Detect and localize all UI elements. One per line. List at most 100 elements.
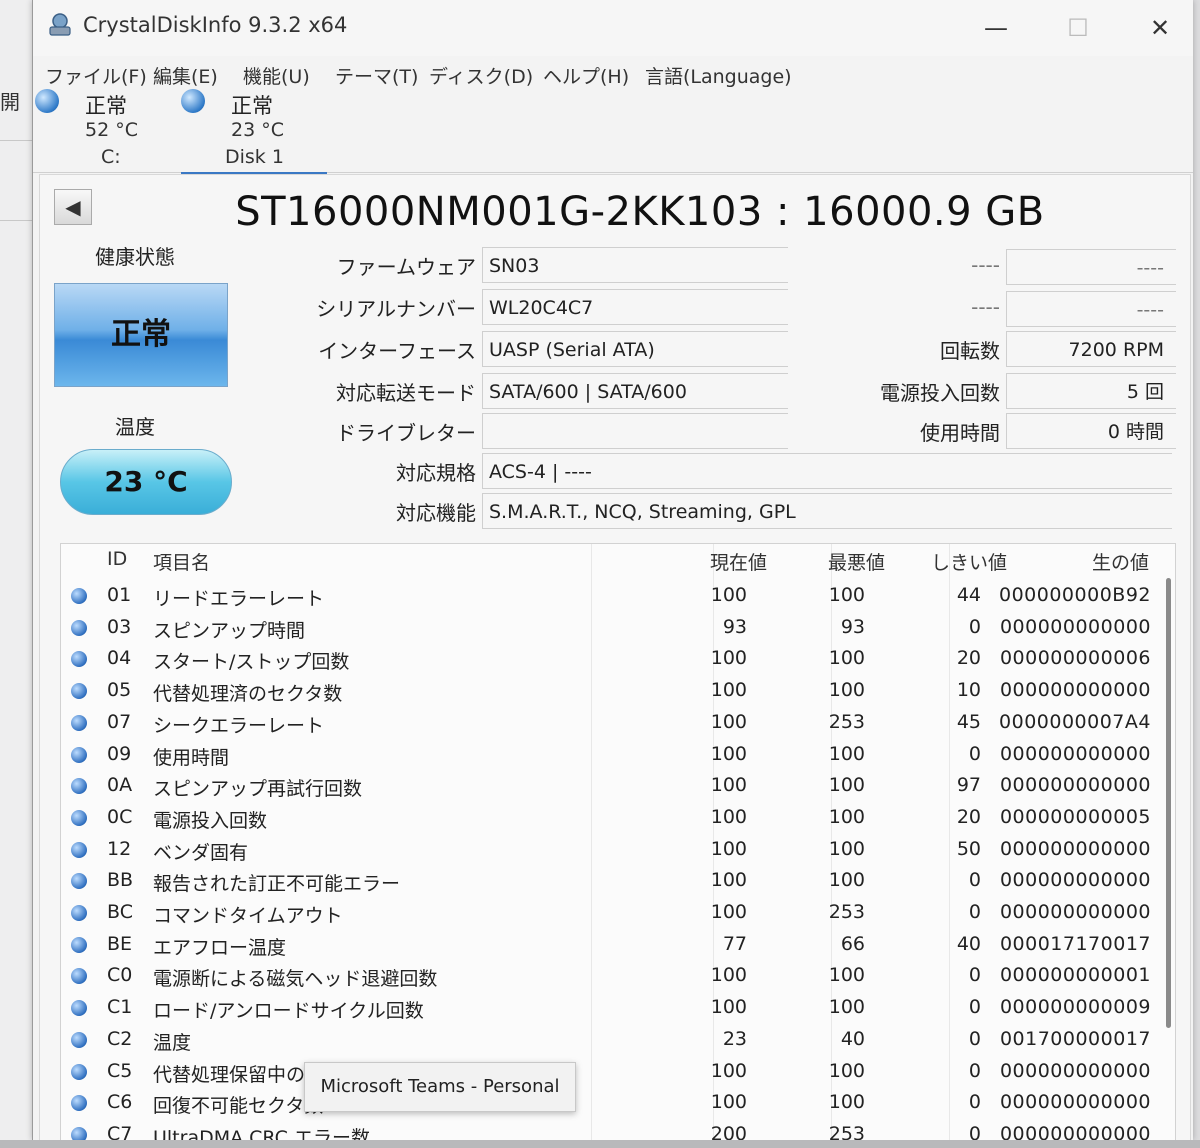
attribute-id: 09	[107, 742, 132, 765]
attribute-name: 温度	[153, 1031, 192, 1054]
table-row[interactable]: C6 回復不可能セクタ数 100 100 0 000000000000	[61, 1087, 1151, 1119]
threshold-value: 20	[956, 647, 981, 670]
menu-disk[interactable]: ディスク(D)	[429, 62, 533, 89]
menu-function[interactable]: 機能(U)	[243, 62, 310, 89]
table-row[interactable]: C5 代替処理保留中のセクタ数 100 100 0 000000000000	[61, 1056, 1151, 1088]
disk-selector: 正常 52 °C C: 正常 23 °C Disk 1	[33, 86, 1193, 175]
crystaldiskinfo-window: CrystalDiskInfo 9.3.2 x64 — ☐ ✕ ファイル(F) …	[32, 0, 1193, 1143]
attribute-name: シークエラーレート	[153, 714, 325, 737]
attribute-id: C1	[107, 996, 133, 1019]
menu-theme[interactable]: テーマ(T)	[335, 62, 418, 89]
header-worst[interactable]: 最悪値	[828, 548, 885, 575]
interface-value: UASP (Serial ATA)	[482, 331, 788, 367]
attribute-name: ベンダ固有	[153, 841, 249, 864]
attribute-name: エアフロー温度	[153, 936, 287, 959]
raw-value: 000000000000	[999, 901, 1151, 923]
close-button[interactable]: ✕	[1137, 8, 1183, 48]
threshold-value: 10	[956, 679, 981, 702]
attribute-name: 回復不可能セクタ数	[153, 1095, 324, 1118]
current-value: 23	[722, 1027, 747, 1050]
table-row[interactable]: 0C 電源投入回数 100 100 20 000000000005	[61, 802, 1151, 834]
worst-value: 100	[828, 1091, 865, 1114]
taskbar-tooltip: Microsoft Teams - Personal	[304, 1062, 576, 1112]
header-raw[interactable]: 生の値	[1092, 548, 1149, 575]
header-name[interactable]: 項目名	[153, 548, 210, 575]
menu-file[interactable]: ファイル(F)	[45, 62, 147, 89]
status-dot-icon	[71, 778, 87, 795]
table-row[interactable]: BC コマンドタイムアウト 100 253 0 000000000000	[61, 897, 1151, 929]
raw-value: 000000000000	[999, 774, 1151, 797]
title-bar[interactable]: CrystalDiskInfo 9.3.2 x64 — ☐ ✕	[33, 0, 1193, 56]
current-value: 100	[710, 869, 747, 892]
power-on-count-value: 5 回	[1006, 373, 1176, 409]
vertical-scrollbar[interactable]	[1166, 578, 1171, 1028]
previous-disk-button[interactable]: ◀	[54, 189, 92, 225]
worst-value: 100	[828, 647, 865, 670]
unused-label-2: ----	[971, 295, 1000, 319]
threshold-value: 0	[968, 1027, 981, 1050]
table-row[interactable]: 0A スピンアップ再試行回数 100 100 97 000000000000	[61, 770, 1151, 802]
table-row[interactable]: BB 報告された訂正不可能エラー 100 100 0 000000000000	[61, 865, 1151, 897]
worst-value: 66	[840, 932, 865, 955]
transfer-mode-label: 対応転送モード	[336, 381, 476, 405]
attribute-id: 03	[107, 615, 132, 638]
interface-label: インターフェース	[318, 339, 476, 363]
smart-table-header: ID 項目名 現在値 最悪値 しきい値 生の値	[61, 544, 1175, 576]
smart-table[interactable]: ID 項目名 現在値 最悪値 しきい値 生の値 01 リードエラーレート 100 10…	[60, 543, 1176, 1143]
maximize-button[interactable]: ☐	[1055, 8, 1101, 48]
threshold-value: 50	[956, 837, 981, 860]
table-row[interactable]: 03 スピンアップ時間 93 93 0 000000000000	[61, 612, 1151, 644]
table-row[interactable]: 09 使用時間 100 100 0 000000000000	[61, 739, 1151, 771]
current-value: 100	[710, 710, 747, 733]
raw-value: 000000000000	[999, 1059, 1151, 1082]
header-current[interactable]: 現在値	[710, 548, 767, 575]
status-dot-icon	[71, 841, 87, 858]
table-row[interactable]: C1 ロード/アンロードサイクル回数 100 100 0 000000000009	[61, 992, 1151, 1024]
attribute-id: C5	[107, 1059, 133, 1082]
current-value: 100	[710, 584, 747, 606]
table-row[interactable]: 04 スタート/ストップ回数 100 100 20 000000000006	[61, 643, 1151, 675]
worst-value: 253	[828, 710, 865, 733]
raw-value: 000000000005	[999, 805, 1151, 828]
attribute-id: BE	[107, 932, 133, 955]
table-row[interactable]: 12 ベンダ固有 100 100 50 000000000000	[61, 834, 1151, 866]
temperature-button[interactable]: 23 °C	[60, 449, 232, 515]
threshold-value: 0	[968, 996, 981, 1019]
attribute-id: C0	[107, 964, 133, 987]
table-row[interactable]: C2 温度 23 40 0 001700000017	[61, 1024, 1151, 1056]
table-row[interactable]: 01 リードエラーレート 100 100 44 000000000B92	[61, 580, 1151, 612]
window-title: CrystalDiskInfo 9.3.2 x64	[83, 13, 348, 37]
raw-value: 000000000B92	[998, 584, 1151, 606]
raw-value: 000000000000	[999, 869, 1151, 892]
raw-value: 000000000000	[999, 742, 1151, 765]
table-row[interactable]: 05 代替処理済のセクタ数 100 100 10 000000000000	[61, 675, 1151, 707]
current-value: 100	[710, 805, 747, 828]
status-dot-icon	[71, 809, 87, 826]
current-value: 93	[722, 615, 747, 638]
disk-tab-c[interactable]: 正常 52 °C C:	[35, 86, 175, 172]
menu-language[interactable]: 言語(Language)	[645, 62, 792, 89]
attribute-name: コマンドタイムアウト	[153, 905, 343, 927]
threshold-value: 97	[956, 774, 981, 797]
table-row[interactable]: BE エアフロー温度 77 66 40 000017170017	[61, 929, 1151, 961]
menu-edit[interactable]: 編集(E)	[153, 62, 218, 89]
table-row[interactable]: 07 シークエラーレート 100 253 45 0000000007A4	[61, 707, 1151, 739]
table-row[interactable]: C0 電源断による磁気ヘッド退避回数 100 100 0 000000000001	[61, 960, 1151, 992]
header-id[interactable]: ID	[107, 548, 127, 570]
status-dot-icon	[71, 714, 87, 731]
status-dot-icon	[71, 1000, 87, 1017]
health-status-button[interactable]: 正常	[54, 283, 228, 387]
serial-value: WL20C4C7	[482, 289, 788, 325]
taskbar-edge	[0, 1140, 1200, 1148]
disk-tab-disk1[interactable]: 正常 23 °C Disk 1	[181, 86, 327, 175]
raw-value: 000000000000	[999, 679, 1151, 702]
attribute-name: スピンアップ時間	[153, 619, 306, 642]
attribute-name: ロード/アンロードサイクル回数	[153, 1000, 424, 1023]
menu-help[interactable]: ヘルプ(H)	[543, 62, 629, 89]
raw-value: 000000000009	[999, 996, 1151, 1019]
header-threshold[interactable]: しきい値	[931, 548, 1007, 575]
threshold-value: 0	[968, 869, 981, 892]
minimize-button[interactable]: —	[973, 8, 1019, 48]
worst-value: 40	[840, 1027, 865, 1050]
worst-value: 100	[828, 1059, 865, 1082]
